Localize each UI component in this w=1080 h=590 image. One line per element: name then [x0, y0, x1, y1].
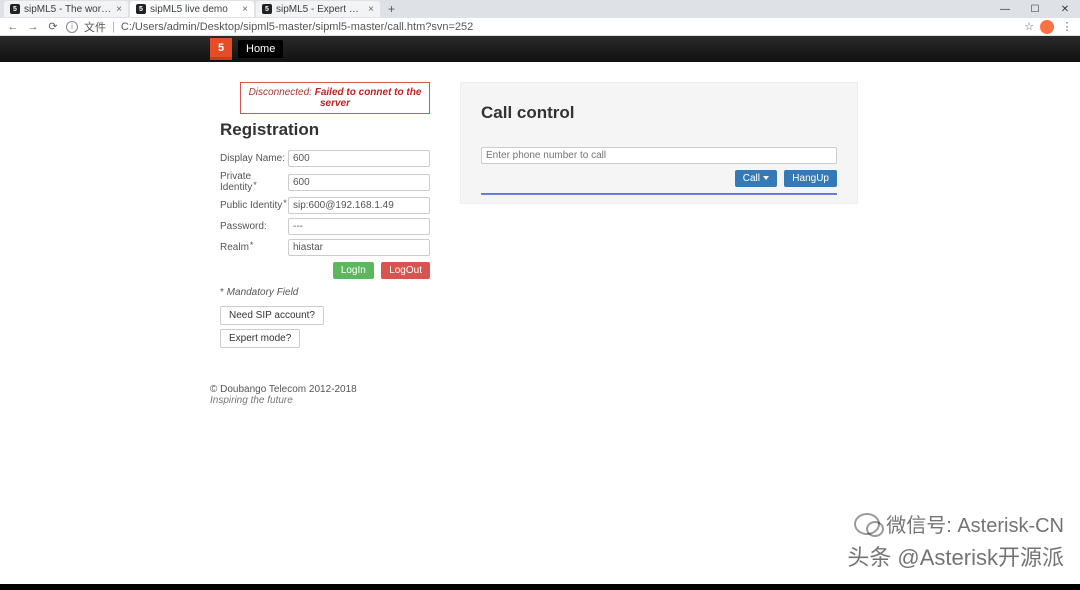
registration-heading: Registration	[220, 120, 430, 140]
info-icon[interactable]: i	[66, 21, 78, 33]
url-text: C:/Users/admin/Desktop/sipml5-master/sip…	[121, 21, 473, 33]
phone-number-input[interactable]	[481, 147, 837, 164]
call-divider	[481, 193, 837, 195]
label-realm: Realm	[220, 242, 288, 253]
watermark-line1: 微信号: Asterisk-CN	[886, 509, 1064, 538]
close-icon[interactable]: ×	[242, 4, 248, 15]
new-tab-button[interactable]: +	[382, 2, 401, 16]
window-controls: — ☐ ✕	[990, 4, 1080, 15]
html5-icon: 5	[10, 4, 20, 14]
close-icon[interactable]: ×	[368, 4, 374, 15]
browser-tab-1[interactable]: 5 sipML5 live demo ×	[130, 1, 254, 17]
close-icon[interactable]: ×	[116, 4, 122, 15]
password-input[interactable]	[288, 218, 430, 235]
minimize-icon[interactable]: —	[990, 4, 1020, 15]
taskbar-strip	[0, 584, 1080, 590]
address-bar[interactable]: i 文件 | C:/Users/admin/Desktop/sipml5-mas…	[66, 19, 1018, 35]
realm-input[interactable]	[288, 239, 430, 256]
close-window-icon[interactable]: ✕	[1050, 4, 1080, 15]
private-identity-input[interactable]	[288, 174, 430, 191]
bookmark-star-icon[interactable]: ☆	[1024, 20, 1034, 33]
url-prefix: 文件	[84, 19, 106, 35]
chevron-down-icon	[763, 176, 769, 180]
login-button[interactable]: LogIn	[333, 262, 374, 279]
page-footer: © Doubango Telecom 2012-2018 Inspiring t…	[210, 384, 1080, 406]
label-display-name: Display Name:	[220, 153, 288, 164]
alert-message: Failed to connet to the server	[315, 87, 422, 109]
browser-tab-2[interactable]: 5 sipML5 - Expert mode ×	[256, 1, 380, 17]
tab-title: sipML5 - Expert mode	[276, 4, 364, 15]
copyright-text: © Doubango Telecom 2012-2018	[210, 384, 1080, 395]
reload-icon[interactable]: ⟳	[46, 20, 60, 33]
tab-title: sipML5 - The world's first ope…	[24, 4, 112, 15]
public-identity-input[interactable]	[288, 197, 430, 214]
call-control-heading: Call control	[481, 103, 837, 123]
back-icon[interactable]: ←	[6, 21, 20, 33]
watermark-line2: 头条 @Asterisk开源派	[847, 540, 1064, 572]
browser-tab-strip: 5 sipML5 - The world's first ope… × 5 si…	[0, 0, 1080, 18]
kebab-menu-icon[interactable]: ⋮	[1060, 20, 1074, 33]
expert-mode-button[interactable]: Expert mode?	[220, 329, 300, 348]
label-private-identity: Private Identity	[220, 171, 288, 193]
app-navbar: 5 Home	[0, 36, 1080, 62]
mandatory-note: Mandatory Field	[220, 287, 430, 298]
maximize-icon[interactable]: ☐	[1020, 4, 1050, 15]
footer-tagline: Inspiring the future	[210, 395, 1080, 406]
html5-logo-icon: 5	[210, 38, 232, 60]
call-button[interactable]: Call	[735, 170, 777, 187]
watermark-overlay: 微信号: Asterisk-CN 头条 @Asterisk开源派	[847, 509, 1064, 572]
browser-toolbar: ← → ⟳ i 文件 | C:/Users/admin/Desktop/sipm…	[0, 18, 1080, 36]
forward-icon[interactable]: →	[26, 21, 40, 33]
disconnect-alert: Disconnected: Failed to connet to the se…	[240, 82, 430, 114]
call-control-panel: Call control Call HangUp	[460, 82, 858, 204]
call-button-label: Call	[743, 173, 760, 184]
label-public-identity: Public Identity	[220, 200, 288, 211]
label-password: Password:	[220, 221, 288, 232]
display-name-input[interactable]	[288, 150, 430, 167]
logout-button[interactable]: LogOut	[381, 262, 430, 279]
need-sip-button[interactable]: Need SIP account?	[220, 306, 324, 325]
alert-status: Disconnected:	[249, 87, 312, 98]
registration-panel: Disconnected: Failed to connet to the se…	[210, 82, 440, 364]
html5-icon: 5	[262, 4, 272, 14]
tab-title: sipML5 live demo	[150, 4, 238, 15]
profile-avatar[interactable]	[1040, 20, 1054, 34]
hangup-button[interactable]: HangUp	[784, 170, 837, 187]
nav-home-link[interactable]: Home	[238, 40, 283, 58]
html5-icon: 5	[136, 4, 146, 14]
wechat-icon	[854, 513, 880, 535]
browser-tab-0[interactable]: 5 sipML5 - The world's first ope… ×	[4, 1, 128, 17]
